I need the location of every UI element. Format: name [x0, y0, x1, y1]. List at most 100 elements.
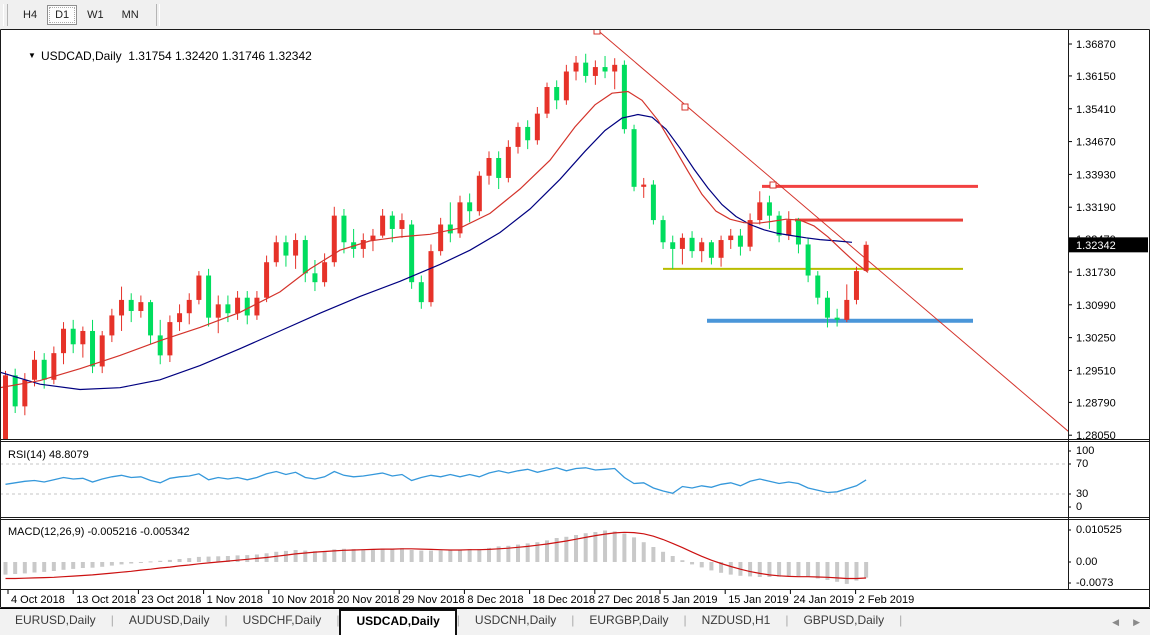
support-line-yellow[interactable] [663, 268, 963, 270]
macd-axis-label: 0.00 [1076, 556, 1097, 568]
macd-histogram-bar [139, 562, 143, 563]
candle [738, 236, 743, 247]
candle [196, 276, 201, 300]
macd-histogram-bar [4, 562, 8, 575]
candle [622, 65, 627, 129]
candle [42, 360, 47, 380]
macd-histogram-bar [178, 559, 182, 562]
candle [235, 298, 240, 314]
candle [835, 318, 840, 320]
support-line-blue[interactable] [707, 319, 973, 323]
candle [264, 262, 269, 297]
current-price-label: 1.32342 [1076, 240, 1116, 252]
trendline-handle[interactable] [770, 182, 776, 188]
macd-histogram-bar [642, 542, 646, 562]
candle [3, 375, 8, 442]
macd-histogram-bar [158, 561, 162, 562]
candle [370, 236, 375, 240]
rsi-axis-label: 30 [1076, 488, 1088, 500]
candle [380, 216, 385, 236]
candle [177, 313, 182, 322]
trendline-handle[interactable] [682, 104, 688, 110]
candle [274, 242, 279, 262]
tab-audusd-daily[interactable]: AUDUSD,Daily [114, 609, 225, 635]
tab-gbpusd-daily[interactable]: GBPUSD,Daily [788, 609, 899, 635]
tab-usdcnh-daily[interactable]: USDCNH,Daily [460, 609, 571, 635]
candle [603, 67, 608, 71]
candle [632, 129, 637, 187]
candle [641, 185, 646, 187]
macd-histogram-bar [729, 562, 733, 575]
date-axis-label: 10 Nov 2018 [272, 594, 334, 606]
symbol-dropdown-icon[interactable]: ▼ [28, 51, 36, 60]
candle [680, 238, 685, 249]
timeframe-button-mn[interactable]: MN [114, 5, 147, 25]
ohlc-values: 1.31754 1.32420 1.31746 1.32342 [128, 49, 312, 63]
candle [854, 271, 859, 300]
macd-histogram-bar [671, 556, 675, 562]
price-axis-label: 1.28790 [1076, 397, 1116, 409]
candle [148, 302, 153, 335]
candle [216, 304, 221, 317]
timeframe-button-d1[interactable]: D1 [47, 5, 77, 25]
candle [341, 216, 346, 243]
candle [448, 225, 453, 234]
chart-canvas[interactable]: 1.368701.361501.354101.346701.339301.331… [0, 29, 1150, 608]
macd-histogram-bar [52, 562, 56, 571]
candle [187, 300, 192, 313]
tab-scroll-right-icon[interactable]: ▶ [1133, 617, 1140, 628]
macd-histogram-bar [168, 560, 172, 562]
macd-histogram-bar [352, 549, 356, 562]
candle [757, 202, 762, 220]
candle [293, 240, 298, 256]
candle [13, 375, 18, 406]
macd-histogram-bar [593, 532, 597, 562]
tab-usdcad-daily[interactable]: USDCAD,Daily [339, 609, 456, 635]
timeframe-button-h4[interactable]: H4 [15, 5, 45, 25]
candle [728, 236, 733, 240]
candle [554, 87, 559, 100]
tab-usdchf-daily[interactable]: USDCHF,Daily [228, 609, 337, 635]
macd-histogram-bar [71, 562, 75, 569]
candle [699, 242, 704, 251]
macd-histogram-bar [110, 562, 114, 566]
candle [535, 114, 540, 141]
price-axis-label: 1.36870 [1076, 39, 1116, 51]
tab-eurusd-daily[interactable]: EURUSD,Daily [0, 609, 111, 635]
candle [525, 127, 530, 140]
date-axis-label: 8 Dec 2018 [467, 594, 523, 606]
candle [516, 127, 521, 147]
candle [651, 185, 656, 220]
tab-nzdusd-h1[interactable]: NZDUSD,H1 [687, 609, 786, 635]
date-axis-label: 20 Nov 2018 [337, 594, 399, 606]
candle [428, 251, 433, 302]
macd-histogram-bar [613, 531, 617, 562]
macd-histogram-bar [690, 562, 694, 564]
candle [767, 202, 772, 215]
macd-histogram-bar [410, 550, 414, 562]
tab-eurgbp-daily[interactable]: EURGBP,Daily [574, 609, 683, 635]
candle [864, 245, 869, 271]
rsi-axis-label: 70 [1076, 458, 1088, 470]
candle [361, 240, 366, 249]
macd-histogram-bar [680, 560, 684, 562]
terminal-window: H4D1W1MN 1.368701.361501.354101.346701.3… [0, 0, 1150, 635]
macd-histogram-bar [806, 562, 810, 577]
macd-histogram-bar [42, 562, 46, 572]
tab-scroll-controls: ◀ ▶ [1112, 609, 1150, 635]
macd-histogram-bar [13, 562, 17, 574]
macd-histogram-bar [91, 562, 95, 568]
macd-histogram-bar [835, 562, 839, 582]
candle [583, 63, 588, 76]
timeframe-button-w1[interactable]: W1 [79, 5, 112, 25]
macd-histogram-bar [371, 549, 375, 562]
tab-scroll-left-icon[interactable]: ◀ [1112, 617, 1119, 628]
candle [612, 65, 617, 72]
candle [844, 300, 849, 320]
candle [825, 298, 830, 318]
macd-histogram-bar [236, 555, 240, 562]
candle [322, 262, 327, 282]
toolbar-grip[interactable] [3, 4, 8, 26]
resistance-line-1[interactable] [762, 185, 978, 188]
chart-bg [0, 29, 1150, 608]
